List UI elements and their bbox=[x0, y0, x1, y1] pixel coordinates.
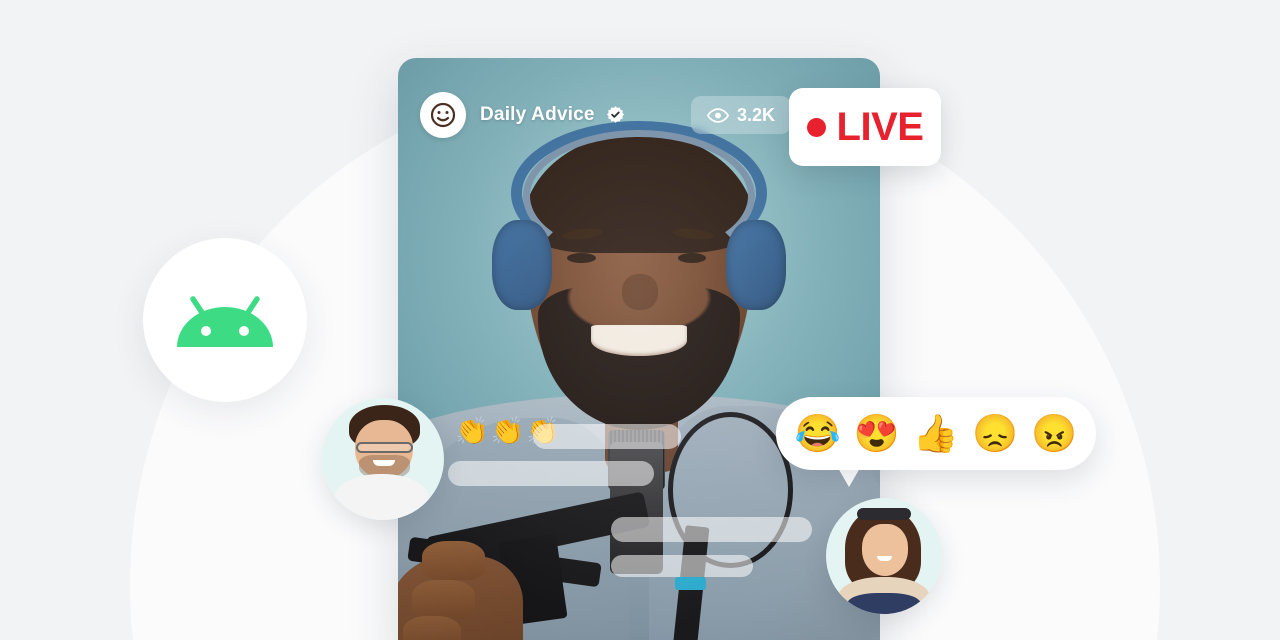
chat-placeholder-bar bbox=[448, 461, 654, 486]
viewer-count-pill[interactable]: 3.2K bbox=[691, 96, 792, 134]
reaction-joy[interactable]: 😂 bbox=[795, 415, 841, 452]
smiley-face-icon bbox=[430, 102, 456, 128]
reaction-bubble-tail bbox=[838, 468, 860, 487]
sunglasses-icon bbox=[857, 508, 911, 521]
reaction-sad[interactable]: 😞 bbox=[972, 415, 1018, 452]
live-badge: LIVE bbox=[789, 88, 941, 166]
viewer-avatar-right[interactable] bbox=[826, 498, 942, 614]
eye-icon bbox=[707, 107, 729, 123]
viewer-left-shirt bbox=[334, 473, 430, 520]
live-dot-icon bbox=[806, 117, 826, 137]
reaction-thumbs-up[interactable]: 👍 bbox=[913, 415, 959, 452]
reaction-bubble[interactable]: 😂 😍 👍 😞 😠 bbox=[776, 397, 1096, 470]
reaction-heart-eyes[interactable]: 😍 bbox=[854, 415, 900, 452]
streamer-name: Daily Advice bbox=[480, 104, 595, 125]
android-logo-icon bbox=[177, 296, 273, 347]
reaction-angry[interactable]: 😠 bbox=[1031, 415, 1077, 452]
android-logo-badge bbox=[143, 238, 307, 402]
viewer-avatar-left[interactable] bbox=[322, 398, 444, 520]
verified-badge-icon bbox=[606, 105, 625, 124]
chat-placeholder-bar bbox=[611, 555, 753, 577]
viewer-count: 3.2K bbox=[737, 104, 776, 125]
streamer-name-wrapper: Daily Advice bbox=[480, 104, 625, 126]
viewer-right-top bbox=[846, 593, 922, 614]
live-label: LIVE bbox=[836, 105, 924, 149]
streamer-avatar[interactable] bbox=[420, 92, 466, 138]
chat-placeholder-bar bbox=[611, 517, 812, 542]
chat-placeholder-bar bbox=[533, 424, 681, 449]
viewer-right-face bbox=[861, 523, 909, 576]
stream-header: Daily Advice bbox=[420, 92, 625, 138]
glasses-icon bbox=[356, 441, 414, 453]
viewer-right-smile bbox=[877, 556, 893, 561]
